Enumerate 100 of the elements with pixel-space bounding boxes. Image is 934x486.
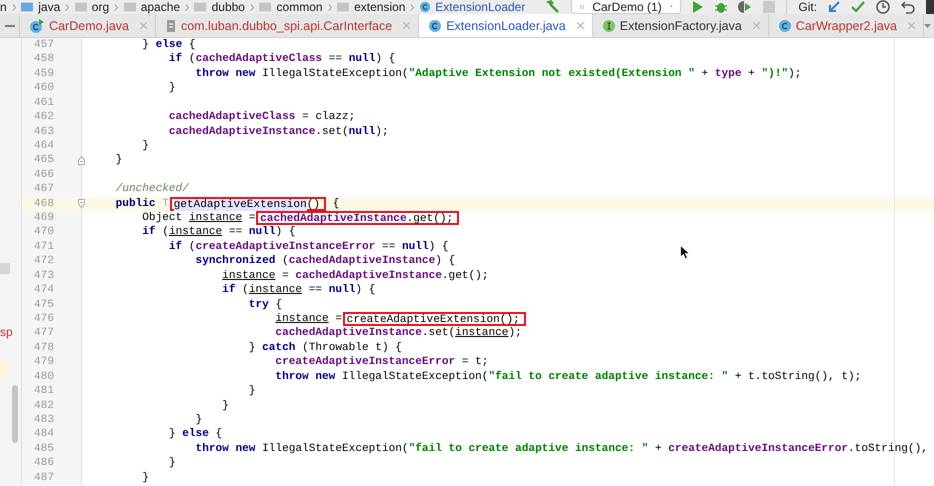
code-text: cachedAdaptiveInstance.set(instance); (274, 326, 522, 341)
code-text: } (168, 456, 176, 471)
close-icon[interactable] (140, 22, 147, 29)
editor-tab[interactable]: CarWrapper2.java (768, 14, 923, 37)
line-number: 473 (22, 268, 82, 284)
class-icon (429, 20, 442, 32)
fold-marker-icon[interactable] (78, 199, 85, 208)
line-number: 459 (22, 66, 82, 82)
run-config-dropdown[interactable]: CarDemo (1) (571, 0, 682, 14)
update-arrow-icon[interactable] (828, 1, 840, 13)
code-text: } else { (168, 427, 222, 442)
breadcrumb-item[interactable]: ExtensionLoader (435, 0, 526, 14)
close-icon[interactable] (576, 22, 584, 29)
code-text: instance = (274, 312, 344, 326)
annotation-box: createAdaptiveExtension(); (342, 312, 526, 326)
line-number: 464 (22, 138, 82, 154)
line-number: 483 (22, 412, 82, 428)
editor-tab[interactable]: ExtensionLoader.java (418, 14, 592, 37)
line-number: 466 (22, 168, 82, 182)
code-text: } (248, 384, 256, 399)
code-text: instance = cachedAdaptiveInstance.get(); (221, 268, 488, 284)
line-number: 479 (22, 355, 82, 370)
line-number: 487 (22, 470, 82, 486)
code-text: createAdaptiveInstanceError = t; (274, 355, 488, 370)
line-number: 469 (22, 211, 82, 226)
folder-icon (74, 2, 87, 12)
code-text: /unchecked/ (114, 182, 189, 197)
breadcrumb-item[interactable]: common (276, 0, 323, 14)
line-number: 458 (22, 52, 82, 67)
file-icon (166, 20, 176, 32)
line-number: 480 (22, 370, 82, 384)
annotation-box: getAdaptiveExtension() (170, 196, 326, 211)
chevron-icon (12, 2, 16, 12)
line-number: 465 (22, 153, 82, 168)
line-number: 472 (22, 254, 82, 269)
code-text: try { (248, 298, 282, 312)
breadcrumb-item[interactable]: java (38, 0, 60, 14)
breadcrumb-item[interactable]: apache (140, 0, 180, 14)
annotation-box: cachedAdaptiveInstance.get(); (256, 211, 460, 226)
code-text: cachedAdaptiveClass = clazz; (168, 110, 356, 125)
breadcrumb-item[interactable]: n (0, 0, 7, 14)
folder-icon (21, 2, 34, 12)
scrollbar-thumb[interactable] (12, 385, 18, 443)
fold-marker-icon[interactable] (78, 156, 85, 166)
close-icon[interactable] (403, 22, 410, 29)
stop-icon[interactable] (763, 1, 776, 13)
code-text: } (141, 470, 149, 486)
code-text: public T (114, 196, 170, 212)
line-number: 478 (22, 340, 82, 356)
code-text: synchronized (cachedAdaptiveInstance) { (194, 254, 456, 269)
code-text: } (221, 398, 229, 413)
line-number: 467 (22, 182, 82, 197)
clock-icon[interactable] (876, 0, 890, 14)
code-text: if (cachedAdaptiveClass == null) { (168, 52, 396, 67)
close-icon[interactable] (752, 22, 760, 29)
check-icon[interactable] (851, 1, 866, 13)
close-icon[interactable] (908, 22, 915, 29)
interface-icon (602, 20, 615, 32)
coverage-icon[interactable] (738, 1, 752, 13)
line-number: 486 (22, 456, 82, 471)
folder-icon (336, 2, 350, 12)
breadcrumb-item[interactable]: org (92, 0, 110, 14)
code-text: } catch (Throwable t) { (248, 340, 402, 356)
mouse-pointer-icon (680, 245, 690, 260)
chevron-icon (65, 2, 70, 12)
code-text: if (instance == null) { (141, 225, 296, 240)
folder-icon (194, 2, 207, 12)
line-number: 481 (22, 384, 82, 399)
code-text: } (194, 412, 202, 428)
code-text: throw new IllegalStateException("fail to create adaptive instance: " + createAdaptiveInstanceError.toString(), (194, 442, 928, 456)
chevron-icon (250, 2, 254, 12)
chevron-icon (410, 2, 415, 12)
code-text: throw new IllegalStateException("fail to create adaptive instance: " + t.toString(), t); (274, 370, 862, 384)
class-icon (420, 1, 430, 13)
undo-icon[interactable] (901, 0, 916, 14)
editor-tab[interactable]: ExtensionFactory.java (592, 14, 768, 37)
bug-icon[interactable] (715, 1, 728, 13)
code-text: } (168, 81, 176, 96)
chevron-icon (114, 2, 118, 12)
code-text: throw new IllegalStateException("Adaptive Extension not existed(Extension " + type + ")!"); (194, 66, 802, 82)
caret-icon[interactable] (924, 24, 931, 28)
line-number: 485 (22, 442, 82, 456)
code-text: if (createAdaptiveInstanceError == null) { (168, 240, 449, 254)
breadcrumb-item[interactable]: extension (354, 0, 406, 14)
code-text: } else { (141, 38, 196, 52)
editor-tab[interactable]: CarDemo.java (19, 14, 155, 37)
line-number: 461 (22, 96, 82, 110)
folder-icon (259, 2, 272, 12)
code-text: Object instance = (141, 211, 256, 226)
hammer-icon[interactable] (544, 0, 560, 14)
line-number: 462 (22, 110, 82, 125)
folder-icon (124, 2, 136, 12)
line-number: 463 (22, 124, 82, 139)
class-icon (778, 20, 791, 32)
tree-item-text[interactable]: sp (0, 325, 13, 339)
line-number: 477 (22, 326, 82, 341)
chevron-icon (185, 2, 190, 12)
line-number: 484 (22, 427, 82, 442)
breadcrumb-item[interactable]: dubbo (212, 0, 245, 14)
code-text: } (114, 153, 122, 168)
